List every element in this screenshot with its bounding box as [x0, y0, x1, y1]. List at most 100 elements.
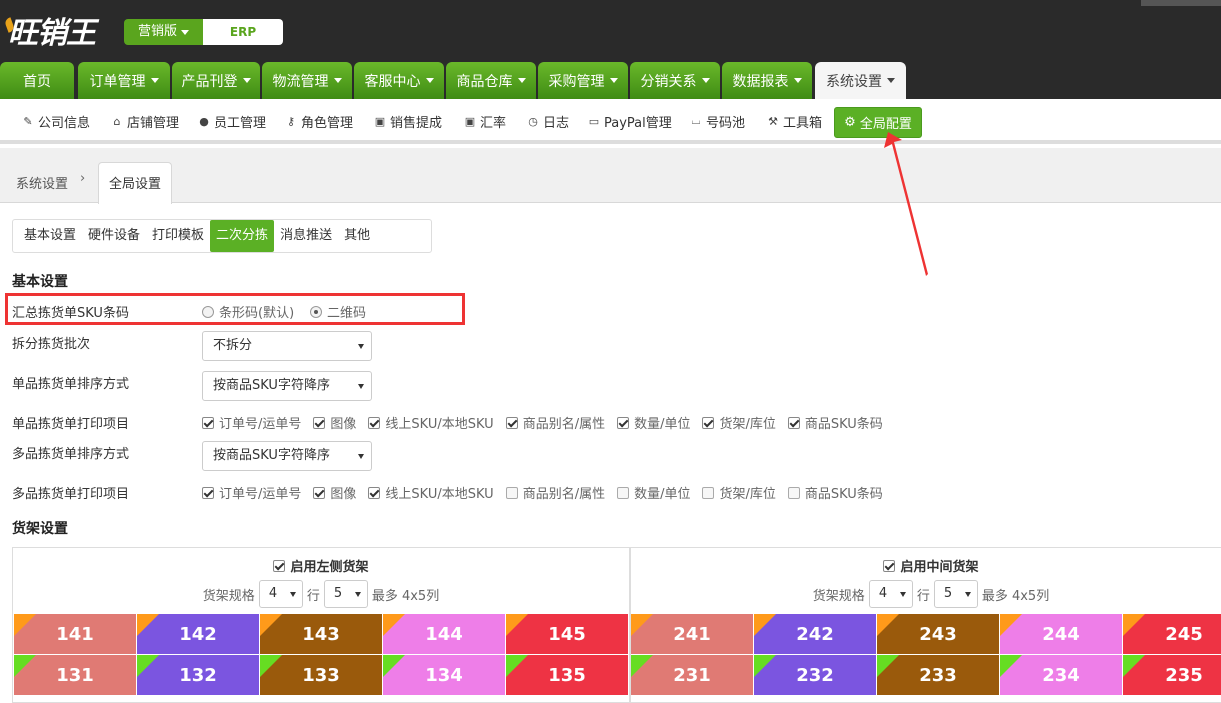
- tab-logistics[interactable]: 物流管理: [262, 62, 352, 99]
- checkbox[interactable]: [505, 486, 518, 499]
- subnav-company-info[interactable]: ✎ 公司信息: [22, 111, 90, 131]
- single-print-sku-barcode[interactable]: 商品SKU条码: [787, 413, 883, 432]
- subnav-sales-commission[interactable]: ▣ 销售提成: [374, 111, 442, 131]
- tab-purchase[interactable]: 采购管理: [538, 62, 628, 99]
- checkbox[interactable]: [787, 416, 800, 429]
- tab-basic-settings[interactable]: 基本设置: [18, 220, 82, 252]
- chevron-right-icon: ›: [80, 171, 86, 186]
- cols-select[interactable]: 5: [933, 580, 978, 608]
- version-dropdown[interactable]: 营销版: [124, 19, 204, 45]
- single-print-image[interactable]: 图像: [313, 413, 356, 432]
- tab-hardware[interactable]: 硬件设备: [82, 220, 146, 252]
- checkbox[interactable]: [368, 416, 381, 429]
- radio-qrcode[interactable]: 二维码: [310, 302, 366, 321]
- tab-home[interactable]: 首页: [0, 62, 74, 99]
- middle-shelf-toggle[interactable]: 启用中间货架: [631, 556, 1221, 575]
- subnav-number-pool[interactable]: ⌴ 号码池: [690, 111, 745, 131]
- shelf-cell[interactable]: 235: [1123, 655, 1221, 695]
- left-shelf-toggle[interactable]: 启用左侧货架: [13, 556, 629, 575]
- checkbox[interactable]: [202, 416, 214, 429]
- multi-print-order-no[interactable]: 订单号/运单号: [202, 483, 301, 502]
- tab-warehouse[interactable]: 商品仓库: [446, 62, 536, 99]
- shelf-cell[interactable]: 243: [877, 614, 999, 654]
- subnav-exchange-rate[interactable]: ▣ 汇率: [464, 111, 506, 131]
- shelf-cell[interactable]: 143: [260, 614, 382, 654]
- shelf-cell[interactable]: 133: [260, 655, 382, 695]
- single-print-shelf[interactable]: 货架/库位: [702, 413, 776, 432]
- checkbox[interactable]: [787, 486, 800, 499]
- radio-circle[interactable]: [202, 305, 214, 318]
- select-value: 5: [943, 586, 953, 601]
- subnav-paypal[interactable]: ▭ PayPal管理: [588, 111, 672, 131]
- single-print-order-no[interactable]: 订单号/运单号: [202, 413, 301, 432]
- checkbox[interactable]: [273, 559, 286, 572]
- checkbox[interactable]: [505, 416, 518, 429]
- shelf-cell[interactable]: 231: [631, 655, 753, 695]
- row-word: 行: [916, 588, 930, 604]
- multi-print-quantity[interactable]: 数量/单位: [617, 483, 690, 502]
- multi-print-shelf[interactable]: 货架/库位: [702, 483, 776, 502]
- shelf-cell[interactable]: 234: [1000, 655, 1122, 695]
- multi-print-alias[interactable]: 商品别名/属性: [505, 483, 605, 502]
- version-switch[interactable]: 营销版 ERP: [124, 19, 284, 45]
- tab-message-push[interactable]: 消息推送: [274, 220, 338, 252]
- tab-listing[interactable]: 产品刊登: [172, 62, 260, 99]
- subnav-store-management[interactable]: ⌂ 店铺管理: [111, 111, 180, 131]
- checkbox[interactable]: [202, 486, 214, 499]
- breadcrumb-current-tab[interactable]: 全局设置: [98, 162, 172, 204]
- shelf-cell[interactable]: 144: [383, 614, 505, 654]
- app-logo[interactable]: 旺销王: [8, 8, 96, 52]
- rows-select[interactable]: 4: [868, 580, 913, 608]
- shelf-cell[interactable]: 242: [754, 614, 876, 654]
- single-print-alias[interactable]: 商品别名/属性: [505, 413, 605, 432]
- shelf-cell[interactable]: 141: [14, 614, 136, 654]
- shelf-cell[interactable]: 134: [383, 655, 505, 695]
- shelf-cell[interactable]: 132: [137, 655, 259, 695]
- checkbox[interactable]: [313, 416, 326, 429]
- tab-system-settings[interactable]: 系统设置: [815, 62, 906, 99]
- checkbox[interactable]: [368, 486, 381, 499]
- shelf-cell[interactable]: 145: [506, 614, 628, 654]
- shelf-cell[interactable]: 131: [14, 655, 136, 695]
- checkbox[interactable]: [617, 486, 630, 499]
- shelf-cell[interactable]: 142: [137, 614, 259, 654]
- subnav-staff-management[interactable]: ● 员工管理: [198, 111, 266, 131]
- shelf-cell[interactable]: 232: [754, 655, 876, 695]
- checkbox[interactable]: [617, 416, 630, 429]
- top-right-account-strip[interactable]: [1141, 0, 1221, 6]
- shelf-cell[interactable]: 245: [1123, 614, 1221, 654]
- subnav-toolbox[interactable]: ⚒ 工具箱: [767, 111, 822, 131]
- multi-print-image[interactable]: 图像: [313, 483, 356, 502]
- checkbox[interactable]: [702, 416, 715, 429]
- single-print-quantity[interactable]: 数量/单位: [617, 413, 690, 432]
- shelf-cell[interactable]: 241: [631, 614, 753, 654]
- multi-print-sku[interactable]: 线上SKU/本地SKU: [368, 483, 494, 502]
- tab-distribution[interactable]: 分销关系: [630, 62, 720, 99]
- tab-reports[interactable]: 数据报表: [722, 62, 812, 99]
- breadcrumb-root[interactable]: 系统设置: [16, 173, 68, 192]
- tab-label: 物流管理: [272, 73, 329, 90]
- checkbox[interactable]: [313, 486, 326, 499]
- split-batch-select[interactable]: 不拆分: [202, 331, 372, 361]
- single-sort-select[interactable]: 按商品SKU字符降序: [202, 371, 372, 401]
- single-print-sku[interactable]: 线上SKU/本地SKU: [368, 413, 494, 432]
- checkbox[interactable]: [883, 559, 896, 572]
- radio-circle-selected[interactable]: [310, 305, 322, 318]
- subnav-log[interactable]: ◷ 日志: [527, 111, 569, 131]
- tab-secondary-sorting[interactable]: 二次分拣: [210, 220, 275, 252]
- erp-button[interactable]: ERP: [203, 19, 284, 45]
- tab-orders[interactable]: 订单管理: [78, 62, 170, 99]
- cols-select[interactable]: 5: [323, 580, 368, 608]
- subnav-role-management[interactable]: ⚷ 角色管理: [285, 111, 353, 131]
- multi-sort-select[interactable]: 按商品SKU字符降序: [202, 441, 372, 471]
- tab-customer-service[interactable]: 客服中心: [354, 62, 444, 99]
- tab-print-template[interactable]: 打印模板: [146, 220, 210, 252]
- tab-other[interactable]: 其他: [338, 220, 376, 252]
- multi-print-sku-barcode[interactable]: 商品SKU条码: [787, 483, 883, 502]
- checkbox[interactable]: [702, 486, 715, 499]
- shelf-cell[interactable]: 233: [877, 655, 999, 695]
- shelf-cell[interactable]: 244: [1000, 614, 1122, 654]
- shelf-cell[interactable]: 135: [506, 655, 628, 695]
- radio-barcode[interactable]: 条形码(默认): [202, 302, 294, 321]
- rows-select[interactable]: 4: [258, 580, 303, 608]
